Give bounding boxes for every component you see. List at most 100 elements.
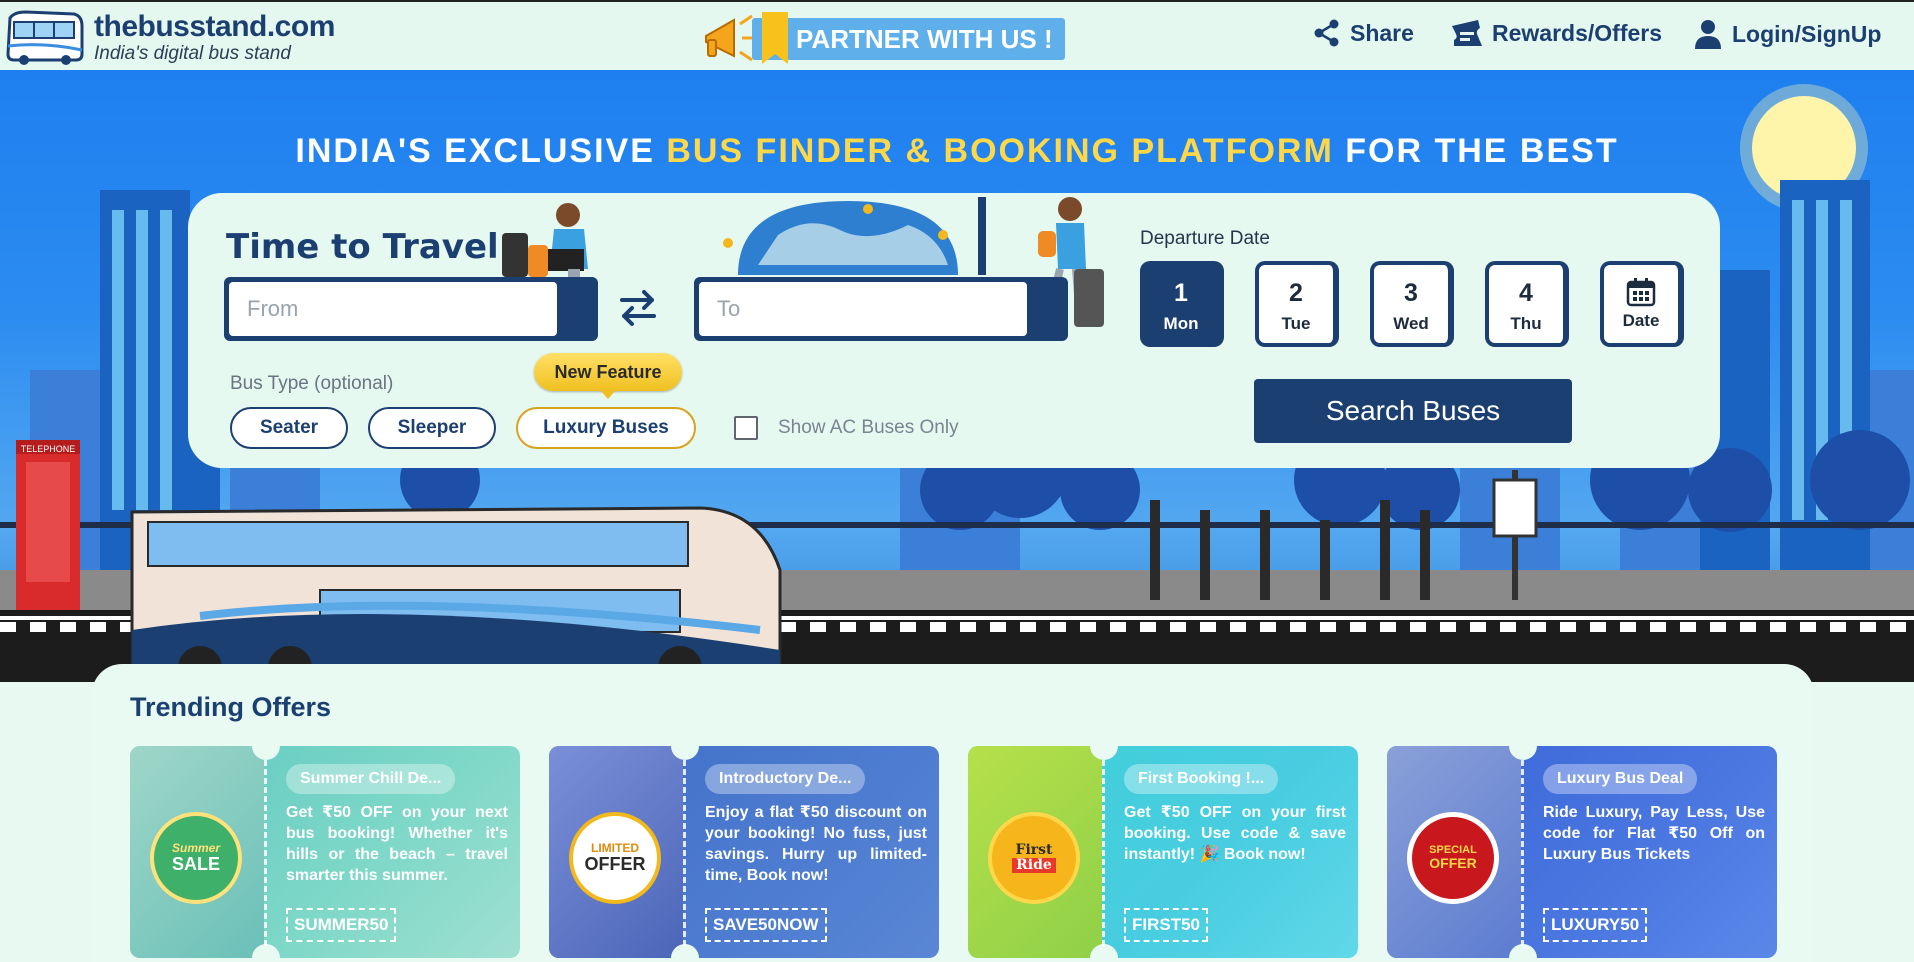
badge-text: OFFER <box>584 853 646 874</box>
to-field <box>694 277 1068 341</box>
bus-type-label: Bus Type (optional) <box>230 373 394 394</box>
curb-dash <box>60 622 76 632</box>
from-input[interactable] <box>229 282 557 336</box>
date-number: 2 <box>1289 279 1303 307</box>
bookmark-ribbon-icon <box>762 12 788 64</box>
headline-highlight: BUS FINDER & BOOKING PLATFORM <box>666 132 1334 170</box>
ticket-icon <box>1452 20 1482 46</box>
curb-dash <box>1320 622 1336 632</box>
date-option-4[interactable]: 4 Thu <box>1485 261 1569 347</box>
curb-dash <box>90 622 106 632</box>
badge-top-text: Summer <box>171 840 221 855</box>
offer-code[interactable]: LUXURY50 <box>1543 908 1648 942</box>
curb-dash <box>30 622 46 632</box>
bus-logo-icon <box>6 10 84 65</box>
search-buses-button[interactable]: Search Buses <box>1254 379 1572 443</box>
departure-date-label: Departure Date <box>1140 228 1270 249</box>
curb-dash <box>1110 622 1126 632</box>
rewards-offers-button[interactable]: Rewards/Offers <box>1450 18 1662 48</box>
ac-only-toggle[interactable]: Show AC Buses Only <box>734 416 959 440</box>
curb-dash <box>870 622 886 632</box>
curb-dash <box>1050 622 1066 632</box>
ac-only-checkbox[interactable] <box>734 416 758 440</box>
hero-headline: INDIA'S EXCLUSIVE BUS FINDER & BOOKING P… <box>0 132 1914 171</box>
ticket-divider <box>1102 760 1105 946</box>
curb-dash <box>810 622 826 632</box>
curb-dash <box>1740 622 1756 632</box>
trending-offers-section: Trending Offers Summer SALE Summer Chill … <box>92 664 1814 962</box>
rewards-label: Rewards/Offers <box>1492 19 1663 46</box>
curb-dash <box>1620 622 1636 632</box>
offer-code[interactable]: FIRST50 <box>1124 908 1209 942</box>
curb-dash <box>990 622 1006 632</box>
curb-dash <box>1440 622 1456 632</box>
site-logo[interactable]: thebusstand.com India's digital bus stan… <box>4 8 335 66</box>
site-tagline: India's digital bus stand <box>94 42 291 64</box>
date-option-2[interactable]: 2 Tue <box>1255 261 1339 347</box>
offer-description: Get ₹50 OFF on your next bus booking! Wh… <box>286 804 508 884</box>
offer-description: Ride Luxury, Pay Less, Use code for Flat… <box>1543 804 1765 863</box>
curb-dash <box>1470 622 1486 632</box>
offer-card[interactable]: First Ride First Booking !... Get ₹50 OFF… <box>968 746 1358 958</box>
curb-dash <box>1380 622 1396 632</box>
date-picker-label: Date <box>1622 311 1660 330</box>
curb-dash <box>1710 622 1726 632</box>
offer-title: Introductory De... <box>705 764 866 794</box>
date-day: Wed <box>1393 314 1429 333</box>
offer-description: Enjoy a flat ₹50 discount on your bookin… <box>705 804 927 884</box>
to-input[interactable] <box>699 282 1027 336</box>
curb-dash <box>780 622 796 632</box>
date-option-3[interactable]: 3 Wed <box>1370 261 1454 347</box>
login-signup-button[interactable]: Login/SignUp <box>1692 18 1881 50</box>
badge-top-text: First <box>1015 841 1053 858</box>
date-picker-button[interactable]: Date <box>1600 261 1684 347</box>
curb-dash <box>1170 622 1186 632</box>
top-header: thebusstand.com India's digital bus stan… <box>0 0 1914 70</box>
date-day: Mon <box>1163 314 1199 333</box>
from-field <box>224 277 598 341</box>
date-option-1[interactable]: 1 Mon <box>1140 261 1224 347</box>
bus-type-luxury[interactable]: Luxury Buses <box>516 407 696 449</box>
first-ride-badge-icon: First Ride <box>988 812 1080 904</box>
ticket-divider <box>683 760 686 946</box>
megaphone-icon <box>705 14 756 62</box>
share-button[interactable]: Share <box>1312 18 1414 48</box>
badge-text: OFFER <box>1429 855 1477 872</box>
curb-dash <box>1800 622 1816 632</box>
limited-offer-badge-icon: LIMITED OFFER <box>569 812 661 904</box>
bus-type-sleeper[interactable]: Sleeper <box>368 407 496 449</box>
curb-dash <box>1500 622 1516 632</box>
offer-title: First Booking !... <box>1124 764 1279 794</box>
bus-type-seater[interactable]: Seater <box>230 407 348 449</box>
user-icon <box>1695 20 1721 49</box>
ticket-divider <box>264 760 267 946</box>
svg-text:TELEPHONE: TELEPHONE <box>21 444 76 454</box>
curb-dash <box>840 622 856 632</box>
curb-dash <box>1080 622 1096 632</box>
search-card: Time to Travel Departure Date 1 Mon 2 <box>188 193 1720 468</box>
offer-title: Summer Chill De... <box>286 764 456 794</box>
swap-arrows-icon[interactable] <box>618 288 658 328</box>
offer-code[interactable]: SAVE50NOW <box>705 908 827 942</box>
partner-label: PARTNER WITH US ! <box>796 23 1053 54</box>
offer-description: Get ₹50 OFF on your first booking. Use c… <box>1124 804 1346 863</box>
curb-dash <box>1230 622 1246 632</box>
ac-only-label: Show AC Buses Only <box>778 417 959 438</box>
partner-with-us-button[interactable]: PARTNER WITH US ! <box>700 10 1065 68</box>
curb-dash <box>1140 622 1156 632</box>
curb-dash <box>1560 622 1576 632</box>
curb-dash <box>1860 622 1876 632</box>
date-number: 1 <box>1174 279 1188 307</box>
time-to-travel-heading: Time to Travel <box>226 227 499 267</box>
offer-card[interactable]: SPECIAL OFFER Luxury Bus Deal Ride Luxury… <box>1387 746 1777 958</box>
offer-card[interactable]: LIMITED OFFER Introductory De... Enjoy a … <box>549 746 939 958</box>
curb-dash <box>960 622 976 632</box>
offer-card[interactable]: Summer SALE Summer Chill De... Get ₹50 OF… <box>130 746 520 958</box>
curb-dash <box>900 622 916 632</box>
curb-dash <box>1290 622 1306 632</box>
date-number: 4 <box>1519 279 1533 307</box>
offer-code[interactable]: SUMMER50 <box>286 908 397 942</box>
date-day: Tue <box>1281 314 1311 333</box>
summer-sale-badge-icon: Summer SALE <box>150 812 242 904</box>
globe-illustration <box>723 197 986 275</box>
